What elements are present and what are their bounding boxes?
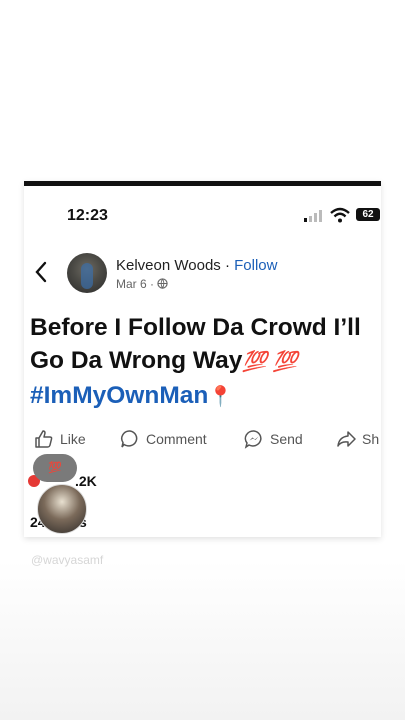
battery-icon: 62 bbox=[356, 208, 380, 221]
author-separator: · bbox=[220, 257, 235, 274]
action-bar: Like Comment Send Sh bbox=[34, 429, 381, 453]
share-icon bbox=[337, 431, 356, 447]
author-line: Kelveon Woods · Follow bbox=[116, 257, 278, 274]
like-button[interactable]: Like bbox=[34, 429, 86, 449]
overlay-profile-thumbnail bbox=[37, 484, 87, 534]
post-meta: Mar 6 · bbox=[116, 277, 169, 291]
messenger-icon bbox=[244, 430, 262, 449]
hundred-emoji: 💯 💯 bbox=[242, 351, 298, 373]
comment-icon bbox=[121, 430, 138, 448]
post-date: Mar 6 · bbox=[116, 277, 158, 291]
reaction-badge: 💯 bbox=[33, 454, 77, 482]
status-time: 12:23 bbox=[67, 207, 108, 224]
watermark: @wavyasamf bbox=[31, 553, 104, 567]
wifi-icon bbox=[330, 207, 350, 223]
post-line-3: #ImMyOwnMan📍 bbox=[30, 379, 380, 414]
like-label: Like bbox=[60, 431, 86, 447]
reaction-count[interactable]: .2K bbox=[75, 473, 97, 489]
top-bar bbox=[24, 181, 381, 186]
back-icon[interactable] bbox=[34, 261, 48, 283]
send-button[interactable]: Send bbox=[244, 429, 303, 449]
globe-icon bbox=[157, 278, 169, 289]
send-label: Send bbox=[270, 431, 303, 447]
comment-label: Comment bbox=[146, 431, 207, 447]
status-icons: 62 bbox=[304, 205, 381, 225]
comment-button[interactable]: Comment bbox=[120, 429, 207, 449]
screenshot-card: 12:23 62 Kelveon Woods · Follow Mar 6 · … bbox=[24, 181, 381, 537]
hashtag-link[interactable]: #ImMyOwnMan bbox=[30, 382, 208, 409]
author-name[interactable]: Kelveon Woods bbox=[116, 257, 221, 274]
post-line-1: Before I Follow Da Crowd I’ll bbox=[30, 314, 361, 341]
post-line-2: Go Da Wrong Way💯 💯 bbox=[30, 347, 298, 374]
avatar[interactable] bbox=[67, 253, 107, 293]
share-label: Sh bbox=[362, 431, 380, 447]
like-icon bbox=[35, 430, 53, 448]
post-text: Before I Follow Da Crowd I’ll Go Da Wron… bbox=[30, 311, 380, 414]
background bbox=[0, 560, 405, 720]
follow-button[interactable]: Follow bbox=[234, 257, 277, 274]
pin-emoji: 📍 bbox=[208, 386, 234, 408]
signal-icon bbox=[304, 210, 322, 222]
share-button[interactable]: Sh bbox=[336, 429, 379, 449]
